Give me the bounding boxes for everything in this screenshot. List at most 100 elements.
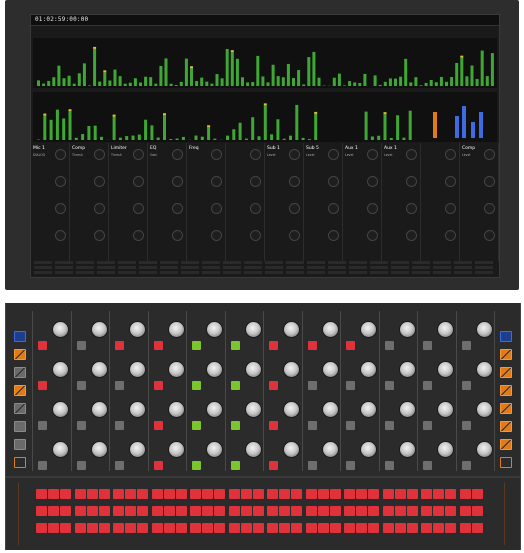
right-side-button[interactable] xyxy=(500,349,512,360)
channel-button-grey[interactable] xyxy=(38,421,47,430)
pad-button[interactable] xyxy=(113,523,124,533)
screen-knob[interactable] xyxy=(94,203,105,214)
pad-button[interactable] xyxy=(240,489,252,499)
pad-button[interactable] xyxy=(329,523,341,533)
channel-button-red[interactable] xyxy=(269,421,278,430)
pad-button[interactable] xyxy=(36,489,47,499)
pad-button[interactable] xyxy=(252,489,264,499)
rotary-knob[interactable] xyxy=(168,442,184,457)
screen-knob[interactable] xyxy=(133,203,144,214)
screen-knob[interactable] xyxy=(133,149,144,160)
rotary-knob[interactable] xyxy=(207,442,222,457)
rotary-knob[interactable] xyxy=(53,362,68,377)
rotary-knob[interactable] xyxy=(245,362,261,377)
screen-strip[interactable]: Comp Thresh xyxy=(70,143,109,261)
pad-button[interactable] xyxy=(291,506,302,516)
screen-knob[interactable] xyxy=(289,230,300,241)
screen-strip[interactable]: EQ Gain xyxy=(148,143,187,261)
channel-button-red[interactable] xyxy=(153,461,163,470)
screen-knob[interactable] xyxy=(289,203,300,214)
rotary-knob[interactable] xyxy=(91,322,107,337)
channel-button-green[interactable] xyxy=(230,421,240,430)
pad-button[interactable] xyxy=(228,523,240,533)
pad-button[interactable] xyxy=(471,523,483,533)
pad-button[interactable] xyxy=(86,523,98,533)
pad-button[interactable] xyxy=(382,506,394,516)
channel-button-green[interactable] xyxy=(230,381,240,390)
pad-button[interactable] xyxy=(421,489,432,499)
channel-button-grey[interactable] xyxy=(423,381,432,390)
pad-button[interactable] xyxy=(382,489,394,499)
pad-button[interactable] xyxy=(137,489,148,499)
screen-knob[interactable] xyxy=(94,149,105,160)
screen-knob[interactable] xyxy=(289,176,300,187)
pad-button[interactable] xyxy=(394,506,406,516)
pad-button[interactable] xyxy=(406,506,418,516)
pad-button[interactable] xyxy=(356,523,367,533)
channel-button-green[interactable] xyxy=(230,341,240,350)
pad-button[interactable] xyxy=(305,506,317,516)
pad-button[interactable] xyxy=(267,506,278,516)
rotary-knob[interactable] xyxy=(207,362,222,377)
pad-button[interactable] xyxy=(344,506,355,516)
channel-button-grey[interactable] xyxy=(461,461,471,470)
rotary-knob[interactable] xyxy=(438,322,453,337)
rotary-knob[interactable] xyxy=(207,322,222,337)
right-side-button[interactable] xyxy=(500,367,512,378)
pad-button[interactable] xyxy=(214,506,225,516)
pad-button[interactable] xyxy=(228,489,240,499)
screen-knob[interactable] xyxy=(328,149,339,160)
rotary-knob[interactable] xyxy=(130,442,145,457)
channel-button-grey[interactable] xyxy=(307,421,317,430)
pad-button[interactable] xyxy=(240,506,252,516)
rotary-knob[interactable] xyxy=(284,322,299,337)
rotary-knob[interactable] xyxy=(53,442,68,457)
channel-button-red[interactable] xyxy=(153,381,163,390)
channel-button-red[interactable] xyxy=(307,341,317,350)
screen-knob[interactable] xyxy=(328,230,339,241)
screen-knob[interactable] xyxy=(367,176,378,187)
pad-button[interactable] xyxy=(190,523,201,533)
right-side-button[interactable] xyxy=(500,331,512,342)
channel-button-grey[interactable] xyxy=(76,461,86,470)
channel-button-grey[interactable] xyxy=(423,461,432,470)
rotary-knob[interactable] xyxy=(284,442,299,457)
rotary-knob[interactable] xyxy=(168,322,184,337)
pad-button[interactable] xyxy=(98,489,110,499)
channel-button-grey[interactable] xyxy=(346,461,355,470)
pad-button[interactable] xyxy=(305,523,317,533)
channel-button-grey[interactable] xyxy=(115,381,124,390)
pad-button[interactable] xyxy=(368,506,379,516)
pad-button[interactable] xyxy=(86,506,98,516)
channel-button-grey[interactable] xyxy=(307,461,317,470)
rotary-knob[interactable] xyxy=(438,442,453,457)
screen-knob[interactable] xyxy=(328,176,339,187)
pad-button[interactable] xyxy=(48,523,59,533)
pad-button[interactable] xyxy=(368,523,379,533)
channel-button-grey[interactable] xyxy=(461,341,471,350)
right-side-button[interactable] xyxy=(500,403,512,414)
pad-button[interactable] xyxy=(86,489,98,499)
screen-knob[interactable] xyxy=(172,230,183,241)
rotary-knob[interactable] xyxy=(361,402,376,417)
pad-button[interactable] xyxy=(279,506,290,516)
screen-knob[interactable] xyxy=(172,149,183,160)
screen-strip[interactable] xyxy=(226,143,265,261)
pad-button[interactable] xyxy=(98,506,110,516)
left-side-button[interactable] xyxy=(14,331,26,342)
pad-button[interactable] xyxy=(445,523,456,533)
channel-button-red[interactable] xyxy=(269,341,278,350)
pad-button[interactable] xyxy=(74,523,86,533)
channel-button-grey[interactable] xyxy=(384,381,394,390)
screen-knob[interactable] xyxy=(445,230,456,241)
rotary-knob[interactable] xyxy=(476,322,492,337)
screen-strip[interactable]: Mic 1 DIALOG xyxy=(31,143,70,261)
channel-button-grey[interactable] xyxy=(346,381,355,390)
right-side-button[interactable] xyxy=(500,385,512,396)
pad-button[interactable] xyxy=(228,506,240,516)
rotary-knob[interactable] xyxy=(361,442,376,457)
pad-button[interactable] xyxy=(433,489,444,499)
pad-button[interactable] xyxy=(368,489,379,499)
screen-knob[interactable] xyxy=(172,203,183,214)
screen-strip[interactable] xyxy=(421,143,460,261)
